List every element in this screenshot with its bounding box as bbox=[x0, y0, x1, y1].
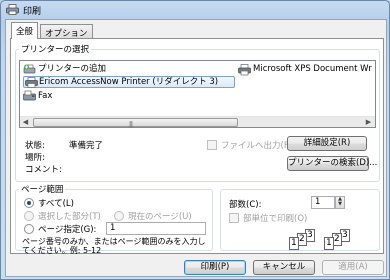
list-item-label: プリンターの追加 bbox=[38, 64, 107, 74]
radio-selection[interactable] bbox=[24, 211, 34, 221]
copies-spinner[interactable]: ▲ ▼ bbox=[335, 196, 345, 209]
printer-icon bbox=[238, 64, 251, 76]
location-label: 場所: bbox=[25, 153, 45, 163]
printer-select-group-label: プリンターの選択 bbox=[19, 43, 92, 55]
print-button[interactable]: 印刷(P) bbox=[184, 260, 246, 275]
page-range-input[interactable]: 1 bbox=[106, 222, 206, 235]
scroll-right-icon[interactable]: ▶ bbox=[363, 117, 374, 127]
apply-button[interactable]: 適用(A) bbox=[322, 260, 384, 275]
printer-list[interactable]: プリンターの追加 Microsoft XPS Document Wr Erico… bbox=[19, 60, 376, 128]
title-bar[interactable]: 印刷 bbox=[1, 1, 390, 19]
printer-icon bbox=[6, 4, 19, 15]
list-item-label: Fax bbox=[38, 91, 53, 101]
page-range-hint-line2: てください。例: 5-12 bbox=[22, 246, 102, 255]
print-dialog-window: 印刷 全般 オプション プリンターの選択 プリンターの追加 Microsoft … bbox=[0, 0, 390, 280]
fax-icon bbox=[23, 90, 36, 101]
page-range-group-label: ページ範囲 bbox=[19, 183, 66, 195]
list-item-label: Microsoft XPS Document Wr bbox=[253, 64, 372, 74]
collate-illustration: 3 2 1 3 2 1 bbox=[289, 229, 377, 253]
radio-all-label: すべて(L) bbox=[38, 199, 74, 209]
collate-page-icon: 1 bbox=[289, 237, 299, 250]
copies-input[interactable]: 1 bbox=[311, 196, 335, 209]
window-title: 印刷 bbox=[23, 7, 42, 17]
spin-down-icon[interactable]: ▼ bbox=[336, 202, 344, 207]
add-printer-icon bbox=[23, 64, 36, 74]
radio-selected-dot bbox=[27, 201, 31, 205]
find-printer-button[interactable]: プリンターの検索(D)... bbox=[287, 156, 377, 171]
scroll-left-icon[interactable]: ◀ bbox=[20, 117, 31, 127]
comment-label: コメント: bbox=[25, 165, 62, 175]
tab-page-general: プリンターの選択 プリンターの追加 Microsoft XPS Document… bbox=[10, 38, 384, 255]
collate-page-icon: 1 bbox=[324, 237, 334, 250]
dialog-client-area: 全般 オプション プリンターの選択 プリンターの追加 Microsoft XPS… bbox=[5, 19, 387, 277]
radio-all-pages[interactable] bbox=[24, 198, 34, 208]
radio-current-page-label: 現在のページ(U) bbox=[128, 212, 192, 222]
print-to-file-checkbox[interactable] bbox=[207, 140, 217, 150]
radio-page-range[interactable] bbox=[24, 224, 34, 234]
scrollbar-thumb[interactable]: ||| bbox=[33, 118, 238, 127]
printer-icon bbox=[25, 77, 38, 88]
print-to-file-label: ファイルへ出力(F) bbox=[221, 141, 293, 151]
collate-checkbox[interactable] bbox=[229, 213, 239, 223]
copies-label: 部数(C): bbox=[229, 200, 262, 210]
radio-selection-label: 選択した部分(T) bbox=[38, 212, 101, 222]
list-item-label: Ericom AccessNow Printer (リダイレクト 3) bbox=[39, 77, 219, 87]
tab-general[interactable]: 全般 bbox=[11, 22, 39, 39]
grip-icon: ||| bbox=[129, 121, 133, 128]
list-item-ericom-printer-selected[interactable]: Ericom AccessNow Printer (リダイレクト 3) bbox=[23, 76, 235, 88]
radio-page-range-label: ページ指定(G): bbox=[38, 225, 97, 235]
preferences-button[interactable]: 詳細設定(R) bbox=[287, 136, 367, 151]
status-label: 状態: bbox=[25, 141, 45, 151]
radio-current-page[interactable] bbox=[114, 211, 124, 221]
status-value: 準備完了 bbox=[69, 141, 104, 151]
tab-options[interactable]: オプション bbox=[40, 24, 93, 39]
collate-label: 部単位で印刷(O) bbox=[243, 214, 308, 224]
printer-list-hscrollbar[interactable]: ◀ ||| ▶ bbox=[20, 116, 375, 127]
cancel-button[interactable]: キャンセル bbox=[253, 260, 315, 275]
